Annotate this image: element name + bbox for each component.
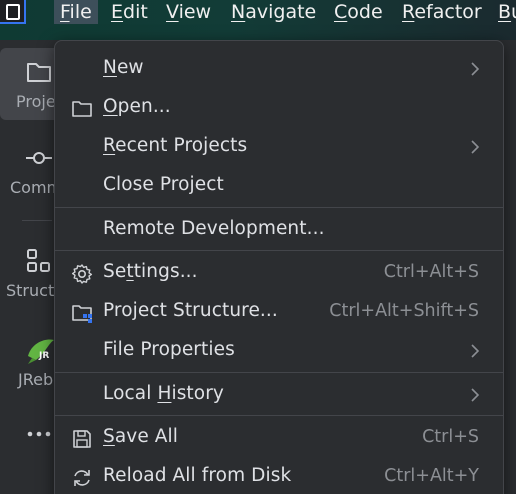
file-menu-popup: New Open... Recent Projects Close Projec… bbox=[54, 40, 504, 494]
menu-item-close-project[interactable]: Close Project bbox=[55, 167, 503, 205]
menu-item-recent-projects[interactable]: Recent Projects bbox=[55, 128, 503, 166]
menu-build-rest: u bbox=[511, 1, 516, 23]
save-icon bbox=[73, 430, 91, 448]
structure-shortcut: Ctrl+Alt+Shift+S bbox=[329, 301, 479, 321]
ide-window: File Edit View Navigate Code Refactor Bu… bbox=[0, 0, 516, 494]
strip-separator bbox=[22, 220, 52, 221]
menu-item-project-structure[interactable]: Project Structure... Ctrl+Alt+Shift+S bbox=[55, 293, 503, 331]
menu-file-rest: ile bbox=[69, 1, 92, 23]
menu-item-remote-development[interactable]: Remote Development... bbox=[55, 211, 503, 249]
menu-separator bbox=[55, 415, 503, 416]
menu-item-file-properties[interactable]: File Properties bbox=[55, 332, 503, 370]
menu-item-open[interactable]: Open... bbox=[55, 89, 503, 127]
menu-item-local-history[interactable]: Local History bbox=[55, 376, 503, 414]
menu-file[interactable]: File bbox=[54, 0, 98, 24]
app-logo-icon[interactable] bbox=[0, 0, 26, 24]
chevron-right-icon bbox=[471, 388, 480, 402]
menu-item-save-label: Save All bbox=[103, 426, 178, 447]
folder-icon bbox=[27, 63, 51, 82]
save-mnemonic: S bbox=[103, 426, 115, 447]
jrebel-icon: JR bbox=[28, 339, 54, 364]
menu-code-mnemonic: C bbox=[334, 1, 348, 23]
menu-view[interactable]: View bbox=[166, 0, 211, 24]
history-rest: istory bbox=[171, 383, 224, 404]
menu-item-history-label: Local History bbox=[103, 383, 224, 404]
menu-navigate-mnemonic: N bbox=[231, 1, 246, 23]
chevron-right-icon bbox=[471, 62, 480, 76]
menu-item-reload-label: Reload All from Disk bbox=[103, 465, 292, 486]
more-icon bbox=[27, 431, 51, 437]
commit-icon bbox=[26, 152, 52, 164]
menu-item-open-label: Open... bbox=[103, 96, 171, 117]
menu-edit-mnemonic: E bbox=[111, 1, 124, 23]
menu-code[interactable]: Code bbox=[334, 0, 383, 24]
menu-view-rest: iew bbox=[178, 1, 212, 23]
menu-refactor-rest: efactor bbox=[414, 1, 482, 23]
menu-item-settings[interactable]: Settings... Ctrl+Alt+S bbox=[55, 254, 503, 292]
tool-jrebel[interactable]: JR JRebe bbox=[0, 330, 63, 400]
main-menu-bar: File Edit View Navigate Code Refactor Bu bbox=[0, 0, 516, 40]
svg-text:JR: JR bbox=[38, 351, 49, 361]
menu-separator bbox=[55, 372, 503, 373]
menu-view-mnemonic: V bbox=[166, 1, 179, 23]
menu-item-reload-all[interactable]: Reload All from Disk Ctrl+Alt+Y bbox=[55, 458, 503, 494]
tool-commit[interactable]: Comm bbox=[0, 140, 62, 210]
reload-icon bbox=[74, 470, 90, 486]
menu-item-settings-label: Settings... bbox=[103, 261, 198, 282]
menu-build-mnemonic: B bbox=[498, 1, 512, 23]
menu-item-new-label: New bbox=[103, 57, 144, 78]
chevron-right-icon bbox=[471, 140, 480, 154]
history-pre: Local bbox=[103, 383, 158, 404]
menu-edit[interactable]: Edit bbox=[111, 0, 148, 24]
menu-separator bbox=[55, 207, 503, 208]
open-rest: pen... bbox=[117, 96, 171, 117]
menu-separator bbox=[55, 250, 503, 251]
tool-structure-label: Struct bbox=[6, 281, 55, 300]
menu-navigate[interactable]: Navigate bbox=[231, 0, 316, 24]
menu-navigate-rest: avigate bbox=[245, 1, 317, 23]
save-rest: ave All bbox=[114, 426, 179, 447]
history-mnemonic: H bbox=[157, 383, 172, 404]
settings-pre: Se bbox=[103, 261, 127, 282]
open-mnemonic: O bbox=[103, 96, 118, 117]
tool-more[interactable] bbox=[0, 420, 60, 450]
chevron-right-icon bbox=[471, 344, 480, 358]
save-all-shortcut: Ctrl+S bbox=[422, 427, 479, 447]
menu-build[interactable]: Bu bbox=[498, 0, 516, 24]
structure-icon bbox=[27, 249, 50, 272]
menu-item-structure-label: Project Structure... bbox=[103, 300, 278, 321]
reload-shortcut: Ctrl+Alt+Y bbox=[384, 466, 479, 486]
menu-code-rest: ode bbox=[347, 1, 383, 23]
menu-item-save-all[interactable]: Save All Ctrl+S bbox=[55, 419, 503, 457]
menu-item-remote-label: Remote Development... bbox=[103, 218, 325, 239]
menu-item-close-label: Close Project bbox=[103, 174, 224, 195]
settings-rest: tings... bbox=[133, 261, 198, 282]
new-mnemonic: N bbox=[103, 57, 117, 78]
new-rest: ew bbox=[116, 57, 144, 78]
menu-refactor-mnemonic: R bbox=[402, 1, 415, 23]
recent-rest: ecent Projects bbox=[115, 135, 248, 156]
menu-edit-rest: dit bbox=[123, 1, 148, 23]
settings-shortcut: Ctrl+Alt+S bbox=[383, 262, 479, 282]
menu-item-properties-label: File Properties bbox=[103, 339, 235, 360]
recent-mnemonic: R bbox=[103, 135, 116, 156]
gear-icon bbox=[71, 264, 93, 284]
tool-project[interactable]: Proje bbox=[0, 48, 60, 120]
settings-mnemonic: t bbox=[126, 261, 134, 282]
folder-open-icon bbox=[72, 101, 92, 117]
tool-structure[interactable]: Struct bbox=[0, 238, 60, 308]
tool-window-strip: Proje Comm Struct JR JRebe bbox=[0, 40, 63, 494]
menu-item-new[interactable]: New bbox=[55, 50, 503, 88]
project-structure-icon bbox=[72, 305, 92, 323]
menu-file-mnemonic: F bbox=[60, 1, 70, 23]
menu-item-recent-label: Recent Projects bbox=[103, 135, 247, 156]
tool-project-label: Proje bbox=[16, 92, 56, 111]
menu-refactor[interactable]: Refactor bbox=[402, 0, 482, 24]
